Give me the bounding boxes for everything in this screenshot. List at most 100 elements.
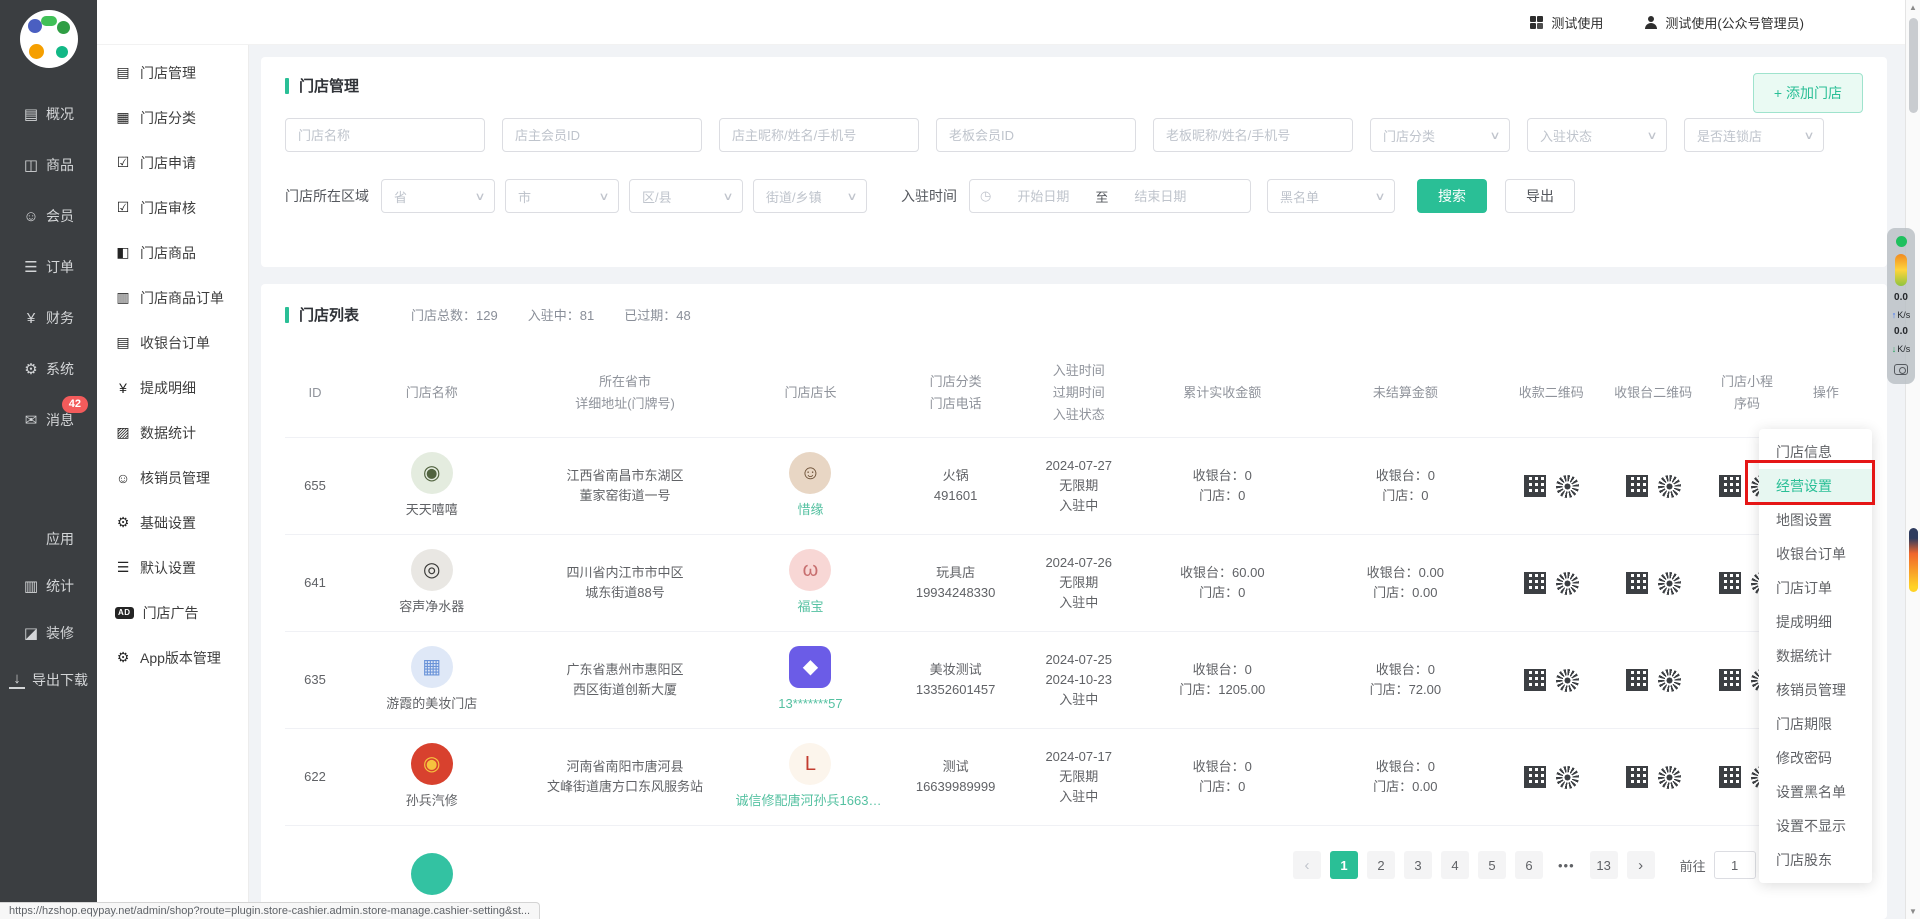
sidebar-item-statistics[interactable]: ▥统计 [23,576,74,596]
filter-input-boss-info[interactable] [1153,118,1353,152]
filter-select-is-chain[interactable]: 是否连锁店∨ [1684,118,1824,152]
sidebar-main-items: ▤概况 ◫商品 ☺会员 ☰订单 ¥财务 ⚙系统 ✉消息42 [0,68,97,430]
page-scrollbar[interactable]: ▲ ▼ [1905,0,1920,919]
miniprogram-qrcode-qr-icon[interactable] [1719,669,1741,691]
filter-select-province[interactable]: 省∨ [381,179,495,213]
submenu-item-data-statistics[interactable]: ▨数据统计 [97,410,248,455]
page-button-2[interactable]: 2 [1367,851,1395,879]
menu-item-store-period[interactable]: 门店期限 [1759,707,1872,741]
submenu-item-store-category[interactable]: ▦门店分类 [97,95,248,140]
scroll-up-arrow[interactable]: ▲ [1906,3,1920,12]
submenu-item-default-settings[interactable]: ☰默认设置 [97,545,248,590]
camera-icon[interactable] [1894,364,1908,375]
submenu-item-store-audit[interactable]: ☑门店审核 [97,185,248,230]
filter-input-owner-member-id[interactable] [502,118,702,152]
network-monitor-widget[interactable]: 0.0 ↑K/s 0.0 ↓K/s [1887,228,1915,384]
page-button-6[interactable]: 6 [1515,851,1543,879]
miniprogram-qrcode-qr-icon[interactable] [1719,572,1741,594]
page-button-3[interactable]: 3 [1404,851,1432,879]
sidebar-item-apps[interactable]: 应用 [23,529,74,549]
sidebar-item-decoration[interactable]: ◪装修 [23,623,74,643]
sidebar-item-messages[interactable]: ✉消息42 [23,410,74,430]
sidebar-item-goods[interactable]: ◫商品 [23,155,74,175]
app-logo[interactable] [20,10,78,68]
pay-qrcode-round-icon[interactable] [1556,669,1579,692]
pay-qrcode-round-icon[interactable] [1556,766,1579,789]
sidebar-item-orders[interactable]: ☰订单 [23,257,74,277]
page-button-13[interactable]: 13 [1590,851,1618,879]
current-user[interactable]: 测试使用(公众号管理员) [1645,13,1804,32]
menu-item-change-password[interactable]: 修改密码 [1759,741,1872,775]
pay-qrcode-round-icon[interactable] [1556,475,1579,498]
next-page-button[interactable]: › [1627,851,1655,879]
submenu-item-store-ads[interactable]: AD门店广告 [97,590,248,635]
menu-item-set-hidden[interactable]: 设置不显示 [1759,809,1872,843]
prev-page-button[interactable]: ‹ [1293,851,1321,879]
sidebar-item-members[interactable]: ☺会员 [23,206,74,226]
filter-input-store-name[interactable] [285,118,485,152]
filter-select-store-category[interactable]: 门店分类∨ [1370,118,1510,152]
manager-link[interactable]: 13*******57 [736,694,886,714]
filter-select-street[interactable]: 街道/乡镇∨ [753,179,867,213]
miniprogram-qrcode-qr-icon[interactable] [1719,475,1741,497]
page-button-5[interactable]: 5 [1478,851,1506,879]
submenu-item-basic-settings[interactable]: ⚙基础设置 [97,500,248,545]
cashier-qrcode-round-icon[interactable] [1658,572,1681,595]
filter-input-owner-info[interactable] [719,118,919,152]
scrollbar-thumb[interactable] [1909,18,1918,113]
cashier-qrcode-qr-icon[interactable] [1626,766,1648,788]
sidebar-item-finance[interactable]: ¥财务 [23,308,74,328]
manager-link[interactable]: 惜缘 [736,500,886,520]
manager-link[interactable]: 诚信修配唐河孙兵166399... [736,791,886,811]
export-button[interactable]: 导出 [1505,179,1575,213]
submenu-item-verifier-manage[interactable]: ☺核销员管理 [97,455,248,500]
submenu-item-app-version[interactable]: ⚙App版本管理 [97,635,248,680]
pay-qrcode-round-icon[interactable] [1556,572,1579,595]
menu-item-map-setting[interactable]: 地图设置 [1759,503,1872,537]
add-store-button[interactable]: + 添加门店 [1753,73,1863,113]
menu-item-store-shareholder[interactable]: 门店股东 [1759,843,1872,877]
menu-item-data-statistics[interactable]: 数据统计 [1759,639,1872,673]
cashier-qrcode-qr-icon[interactable] [1626,475,1648,497]
manager-link[interactable]: 福宝 [736,597,886,617]
submenu-item-store-goods[interactable]: ◧门店商品 [97,230,248,275]
end-date-input[interactable] [1114,189,1206,204]
cashier-qrcode-qr-icon[interactable] [1626,669,1648,691]
menu-item-verifier-manage[interactable]: 核销员管理 [1759,673,1872,707]
menu-item-commission-detail[interactable]: 提成明细 [1759,605,1872,639]
menu-item-store-orders[interactable]: 门店订单 [1759,571,1872,605]
search-button[interactable]: 搜索 [1417,179,1487,213]
pay-qrcode-qr-icon[interactable] [1524,475,1546,497]
menu-item-cashier-orders[interactable]: 收银台订单 [1759,537,1872,571]
cashier-qrcode-round-icon[interactable] [1658,669,1681,692]
submenu-item-store-goods-orders[interactable]: ▥门店商品订单 [97,275,248,320]
sidebar-item-system[interactable]: ⚙系统 [23,359,74,379]
submenu-item-store-manage[interactable]: ▤门店管理 [97,50,248,95]
cashier-qrcode-round-icon[interactable] [1658,475,1681,498]
filter-select-entry-status[interactable]: 入驻状态∨ [1527,118,1667,152]
page-button-1[interactable]: 1 [1330,851,1358,879]
pay-qrcode-qr-icon[interactable] [1524,766,1546,788]
blacklist-select[interactable]: 黑名单 ∨ [1267,179,1395,213]
cashier-qrcode-qr-icon[interactable] [1626,572,1648,594]
date-range-picker[interactable]: ◷ 至 [969,179,1251,213]
workspace-switcher[interactable]: 测试使用 [1530,13,1603,32]
sidebar-item-overview[interactable]: ▤概况 [23,104,74,124]
cashier-qrcode-round-icon[interactable] [1658,766,1681,789]
goto-page-input[interactable] [1714,851,1756,879]
filter-input-boss-member-id[interactable] [936,118,1136,152]
page-ellipsis[interactable]: ••• [1552,851,1581,879]
start-date-input[interactable] [997,189,1089,204]
filter-select-district[interactable]: 区/县∨ [629,179,743,213]
filter-select-city[interactable]: 市∨ [505,179,619,213]
pay-qrcode-qr-icon[interactable] [1524,572,1546,594]
pay-qrcode-qr-icon[interactable] [1524,669,1546,691]
submenu-item-store-apply[interactable]: ☑门店申请 [97,140,248,185]
miniprogram-qrcode-qr-icon[interactable] [1719,766,1741,788]
menu-item-set-blacklist[interactable]: 设置黑名单 [1759,775,1872,809]
submenu-item-cashier-orders[interactable]: ▤收银台订单 [97,320,248,365]
page-button-4[interactable]: 4 [1441,851,1469,879]
sidebar-item-export-download[interactable]: ↓导出下载 [9,670,88,690]
scroll-down-arrow[interactable]: ▼ [1906,907,1920,916]
submenu-item-commission-detail[interactable]: ¥提成明细 [97,365,248,410]
